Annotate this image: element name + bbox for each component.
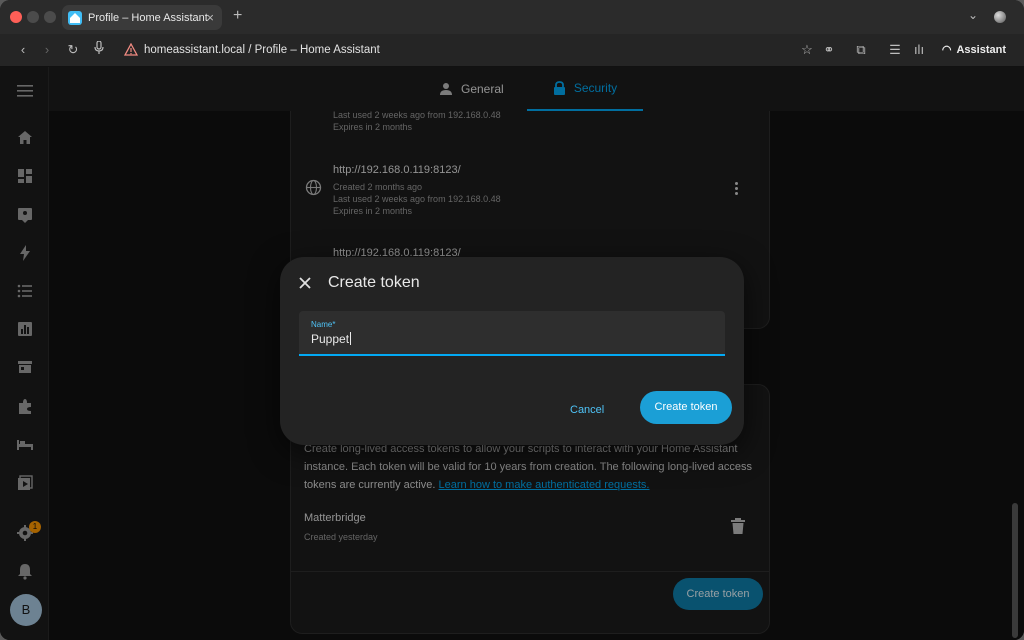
reload-icon[interactable]: ↻ [64,41,82,59]
browser-profile-icon[interactable] [994,11,1006,23]
assistant-label: Assistant [956,43,1006,56]
chevron-down-icon[interactable]: ⌄ [968,8,978,22]
microphone-icon[interactable] [90,40,108,59]
close-window-button[interactable] [10,11,22,23]
warning-icon [124,43,138,56]
forward-icon[interactable]: › [38,41,56,59]
url-text: homeassistant.local / Profile – Home Ass… [144,43,380,56]
field-value[interactable]: Puppet [311,332,352,346]
cancel-button[interactable]: Cancel [570,404,604,416]
field-value-text: Puppet [311,332,350,346]
dialog-title: Create token [328,274,420,291]
home-assistant-icon [68,10,82,25]
browser-window: Profile – Home Assistant × + ⌄ ‹ › ↻ hom… [0,0,1024,640]
close-icon[interactable] [298,276,312,290]
new-tab-icon[interactable]: + [233,7,242,25]
maximize-window-button[interactable] [44,11,56,23]
create-token-button[interactable]: Create token [640,391,732,424]
back-icon[interactable]: ‹ [14,41,32,59]
link-icon[interactable]: ⚭ [820,41,838,59]
extensions-icon[interactable]: ⧉ [852,41,870,59]
tab-title: Profile – Home Assistant [88,11,208,24]
bookmark-star-icon[interactable]: ☆ [798,41,816,59]
browser-tab[interactable]: Profile – Home Assistant × [62,5,222,30]
assistant-button[interactable]: ◠ Assistant [941,43,1006,57]
audio-wave-icon[interactable]: ılı [910,41,928,59]
minimize-window-button[interactable] [27,11,39,23]
reader-icon[interactable]: ☰ [886,41,904,59]
browser-toolbar: ‹ › ↻ homeassistant.local / Profile – Ho… [0,34,1024,67]
tab-close-icon[interactable]: × [206,11,214,24]
tab-bar: Profile – Home Assistant × + ⌄ [0,0,1024,34]
address-bar[interactable]: homeassistant.local / Profile – Home Ass… [124,43,380,56]
field-label: Name* [311,320,336,329]
create-token-dialog: Create token Name* Puppet Cancel Create … [280,257,744,445]
text-caret [350,332,352,345]
assistant-icon: ◠ [941,44,952,56]
token-name-field[interactable]: Name* Puppet [299,311,725,356]
